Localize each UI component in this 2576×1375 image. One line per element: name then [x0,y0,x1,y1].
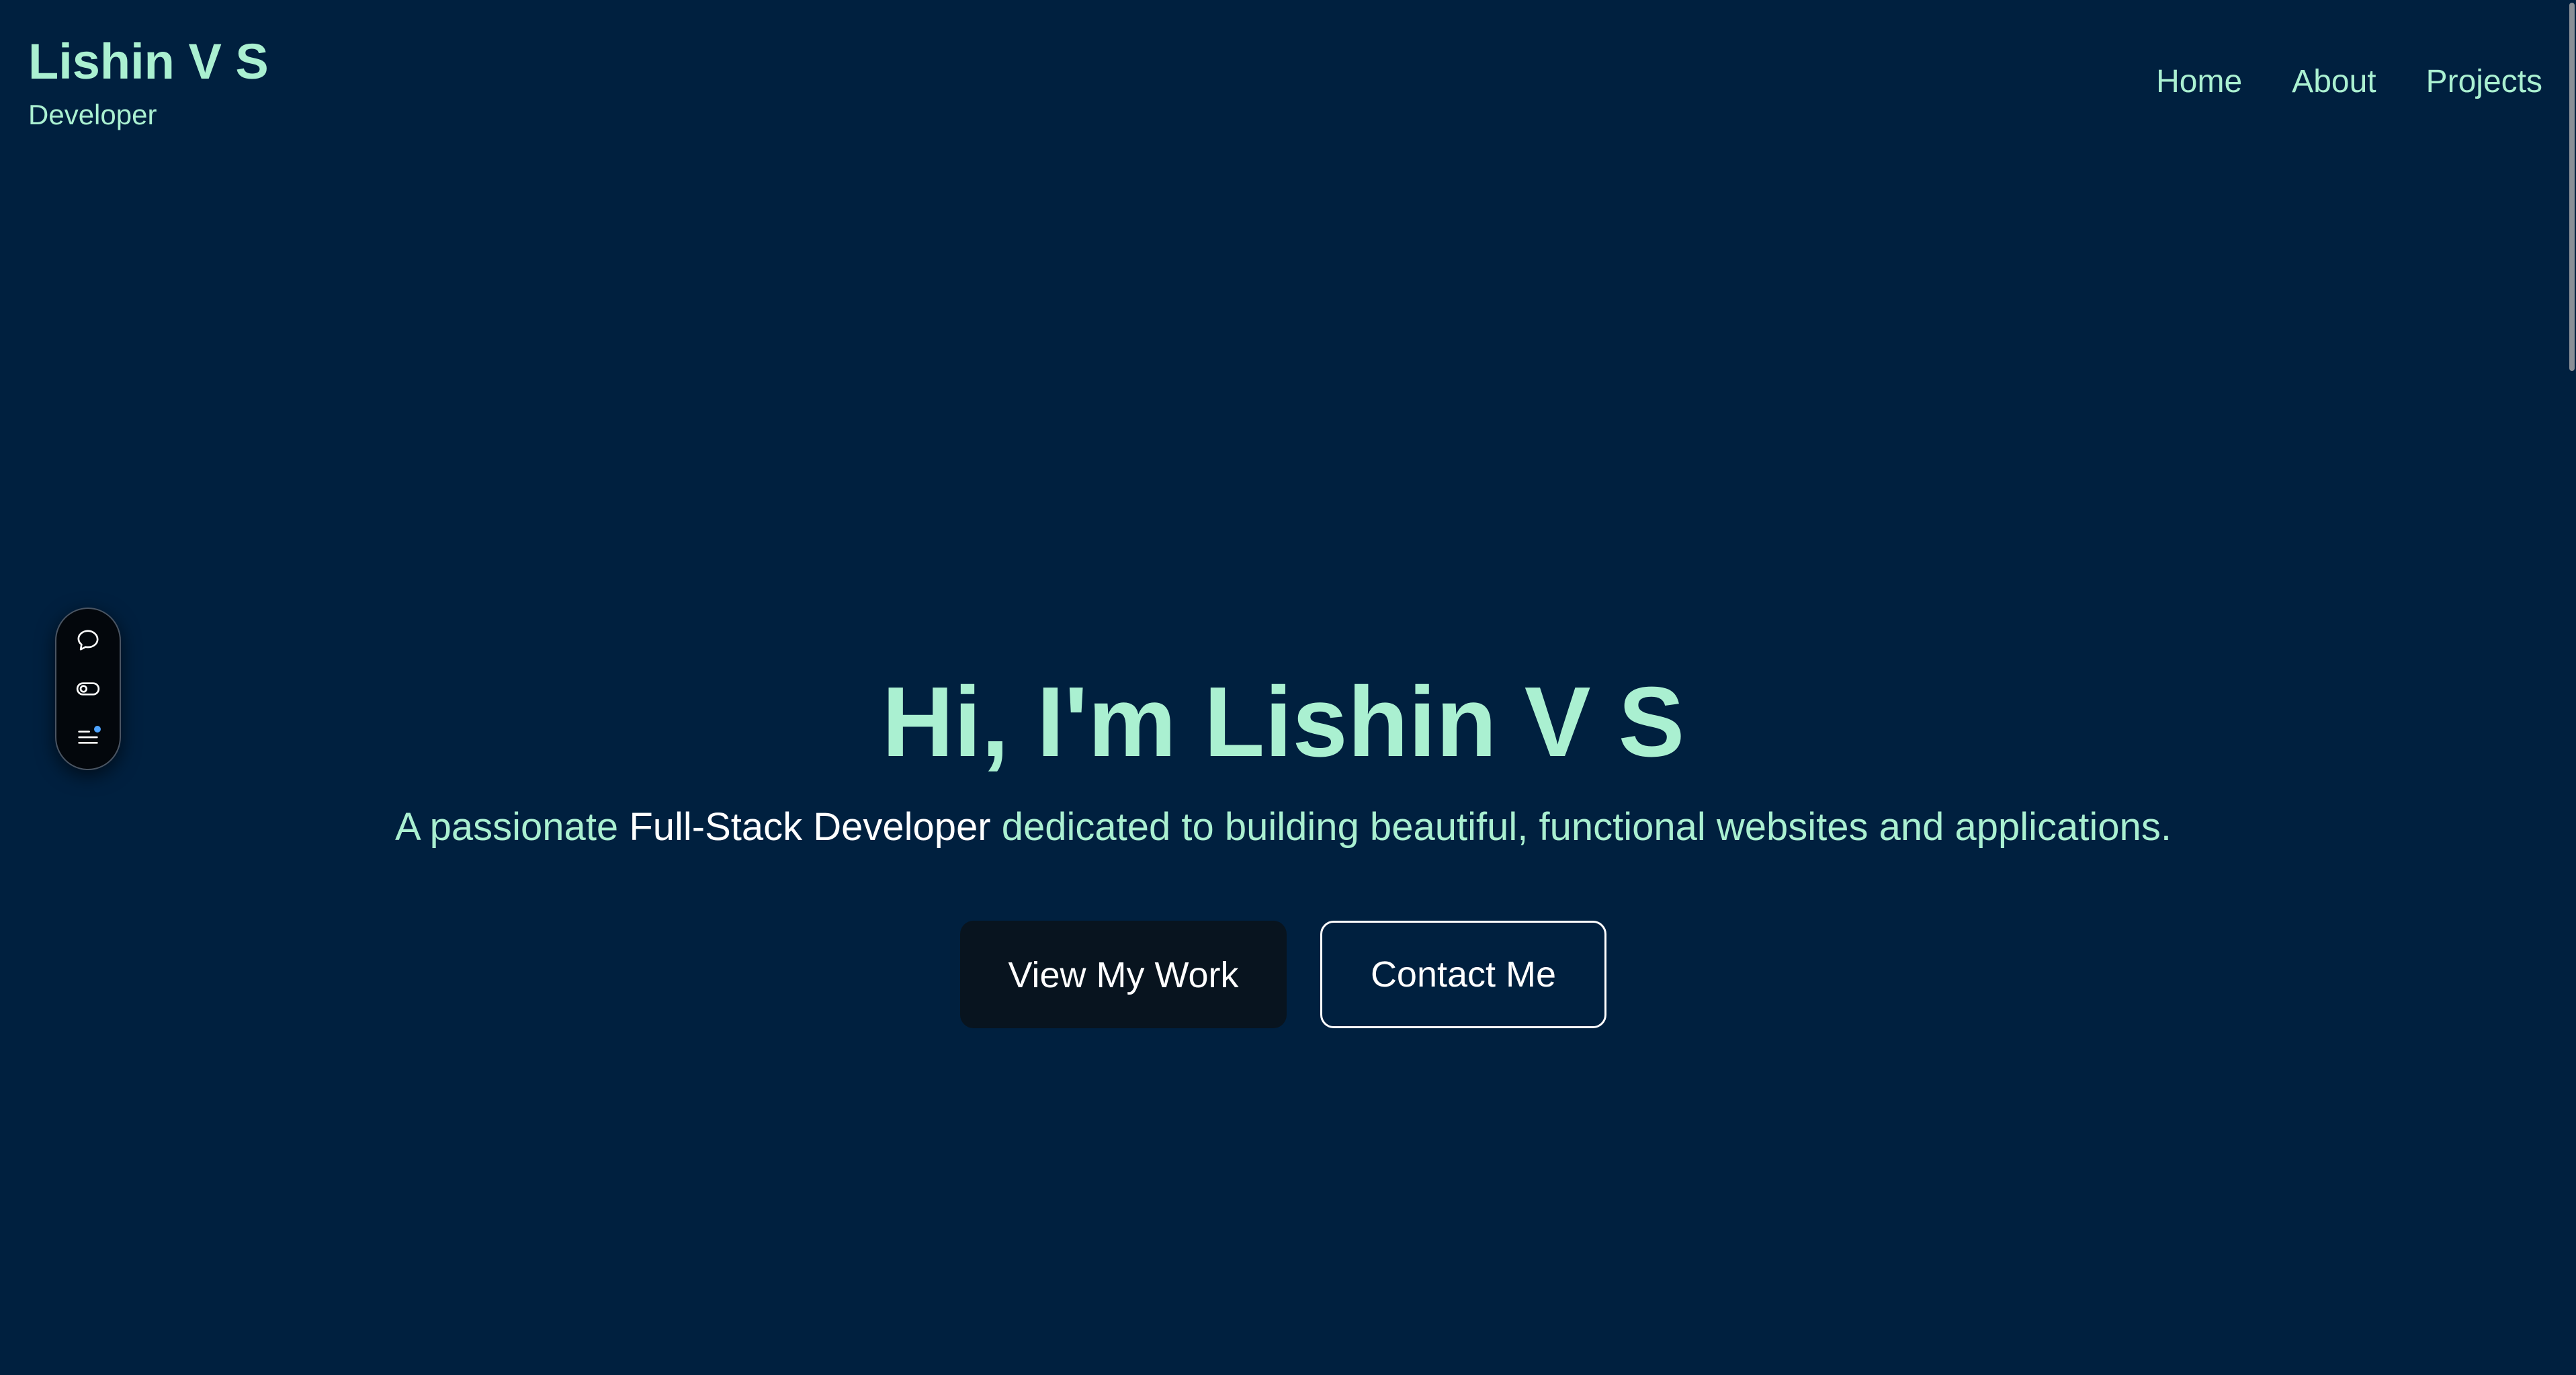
hero-title: Hi, I'm Lishin V S [882,667,1685,778]
cta-group: View My Work Contact Me [0,921,2567,1028]
chat-bubble-icon [77,630,99,651]
tagline-suffix: dedicated to building beautiful, functio… [990,805,2172,849]
contact-me-button[interactable]: Contact Me [1320,921,1606,1028]
brand-subtitle: Developer [28,99,157,130]
page-scrollbar[interactable] [2567,0,2576,1375]
scrollbar-thumb[interactable] [2569,3,2575,371]
view-my-work-button[interactable]: View My Work [960,921,1287,1028]
main-nav: Home About Projects [2156,62,2542,102]
nav-link-projects[interactable]: Projects [2426,62,2542,102]
chat-button[interactable] [73,625,103,656]
nav-link-home[interactable]: Home [2156,62,2242,102]
hero-section: Hi, I'm Lishin V S A passionate Full-Sta… [0,665,2567,890]
tagline-highlight: Full-Stack Developer [629,805,991,849]
brand-title[interactable]: Lishin V S [28,32,269,91]
nav-link-about[interactable]: About [2292,62,2376,102]
hero-tagline: A passionate Full-Stack Developer dedica… [0,804,2567,851]
tagline-prefix: A passionate [395,805,630,849]
page: Lishin V S Developer Home About Projects [0,0,2576,1375]
